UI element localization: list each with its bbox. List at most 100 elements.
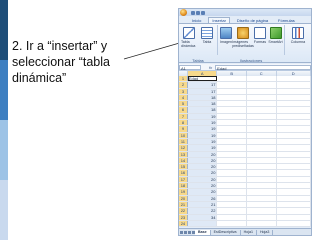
cell-a[interactable]: 19 (187, 132, 218, 138)
cell-c[interactable] (246, 208, 277, 214)
cell-b[interactable] (217, 170, 247, 176)
clipart-button[interactable]: Imágenes prediseñadas (232, 27, 254, 48)
cell-b[interactable] (217, 138, 247, 145)
cell-c[interactable] (246, 183, 277, 189)
cell-a[interactable]: 18 (187, 94, 218, 101)
row-header[interactable]: 4 (179, 94, 188, 101)
row-header[interactable]: 14 (179, 157, 188, 164)
cell-a[interactable]: 19 (187, 126, 218, 132)
cell-d[interactable] (276, 195, 311, 201)
cell-a[interactable]: 17 (187, 82, 218, 88)
row-header[interactable]: 5 (179, 101, 188, 107)
row-header[interactable]: 10 (179, 132, 188, 138)
row-header[interactable]: 9 (179, 126, 188, 132)
cell-d[interactable] (276, 126, 311, 132)
row-header[interactable]: 20 (179, 195, 188, 201)
cell-a[interactable]: 34 (187, 214, 218, 220)
cell-a[interactable] (187, 220, 218, 227)
next-sheet-icon[interactable] (188, 230, 191, 234)
cell-c[interactable] (246, 189, 277, 195)
cell-c[interactable] (246, 94, 277, 101)
row-header[interactable]: 6 (179, 107, 188, 113)
image-button[interactable]: Imagen (219, 27, 233, 44)
row-header[interactable]: 11 (179, 138, 188, 145)
cell-c[interactable] (246, 76, 277, 82)
row-header[interactable]: 21 (179, 201, 188, 208)
cell-d[interactable] (276, 145, 311, 151)
cell-b[interactable] (217, 120, 247, 126)
row-header[interactable]: 7 (179, 113, 188, 120)
shapes-button[interactable]: Formas (253, 27, 267, 44)
cell-c[interactable] (246, 101, 277, 107)
cell-d[interactable] (276, 170, 311, 176)
cell-a[interactable]: 20 (187, 164, 218, 170)
cell-a[interactable]: 20 (187, 157, 218, 164)
first-sheet-icon[interactable] (180, 230, 183, 234)
cell-d[interactable] (276, 88, 311, 94)
cell-c[interactable] (246, 214, 277, 220)
cell-c[interactable] (246, 88, 277, 94)
cell-a[interactable]: 19 (187, 145, 218, 151)
cell-b[interactable] (217, 176, 247, 183)
cell-c[interactable] (246, 164, 277, 170)
sheet-tab-estdescriptiva[interactable]: EstDescriptiva (211, 229, 241, 235)
cell-c[interactable] (246, 145, 277, 151)
cell-a[interactable]: 17 (187, 88, 218, 94)
cell-d[interactable] (276, 82, 311, 88)
redo-icon[interactable] (201, 10, 205, 15)
cell-a[interactable]: 20 (187, 189, 218, 195)
cell-d[interactable] (276, 138, 311, 145)
cell-a[interactable]: 18 (187, 101, 218, 107)
row-header[interactable]: 15 (179, 164, 188, 170)
cell-a[interactable]: 22 (187, 208, 218, 214)
row-header[interactable]: 22 (179, 208, 188, 214)
cell-a[interactable]: 19 (187, 120, 218, 126)
cell-d[interactable] (276, 76, 311, 82)
cell-c[interactable] (246, 195, 277, 201)
cell-a[interactable]: 26 (187, 195, 218, 201)
undo-icon[interactable] (196, 10, 200, 15)
table-button[interactable]: Tabla (199, 27, 215, 44)
cell-b[interactable] (217, 82, 247, 88)
cell-a[interactable]: 20 (187, 151, 218, 157)
column-chart-button[interactable]: Columna (290, 27, 306, 44)
fx-icon[interactable]: fx (209, 65, 212, 70)
formula-input[interactable]: Edad (215, 64, 311, 71)
cell-b[interactable] (217, 88, 247, 94)
cell-b[interactable] (217, 214, 247, 220)
cell-a[interactable]: 21 (187, 201, 218, 208)
cell-c[interactable] (246, 113, 277, 120)
cell-b[interactable] (217, 195, 247, 201)
cell-d[interactable] (276, 101, 311, 107)
cell-d[interactable] (276, 151, 311, 157)
sheet-tab-hoja3[interactable]: Hoja3 (257, 229, 274, 235)
cell-d[interactable] (276, 176, 311, 183)
cell-a[interactable]: 18 (187, 107, 218, 113)
cell-c[interactable] (246, 220, 277, 227)
cell-b[interactable] (217, 208, 247, 214)
cell-c[interactable] (246, 138, 277, 145)
cell-d[interactable] (276, 132, 311, 138)
cell-d[interactable] (276, 189, 311, 195)
cell-b[interactable] (217, 189, 247, 195)
cell-a[interactable]: 20 (187, 176, 218, 183)
cell-d[interactable] (276, 201, 311, 208)
cell-b[interactable] (217, 113, 247, 120)
row-header[interactable]: 24 (179, 220, 188, 227)
cell-d[interactable] (276, 157, 311, 164)
cell-b[interactable] (217, 132, 247, 138)
cell-b[interactable] (217, 107, 247, 113)
cell-d[interactable] (276, 164, 311, 170)
cell-a[interactable]: Edad (187, 76, 218, 82)
cell-b[interactable] (217, 145, 247, 151)
cell-c[interactable] (246, 170, 277, 176)
row-header[interactable]: 17 (179, 176, 188, 183)
row-header[interactable]: 8 (179, 120, 188, 126)
cell-b[interactable] (217, 76, 247, 82)
cell-d[interactable] (276, 107, 311, 113)
save-icon[interactable] (191, 10, 195, 15)
cell-b[interactable] (217, 157, 247, 164)
cell-a[interactable]: 19 (187, 138, 218, 145)
cell-d[interactable] (276, 214, 311, 220)
name-box[interactable]: A1 (179, 64, 201, 71)
